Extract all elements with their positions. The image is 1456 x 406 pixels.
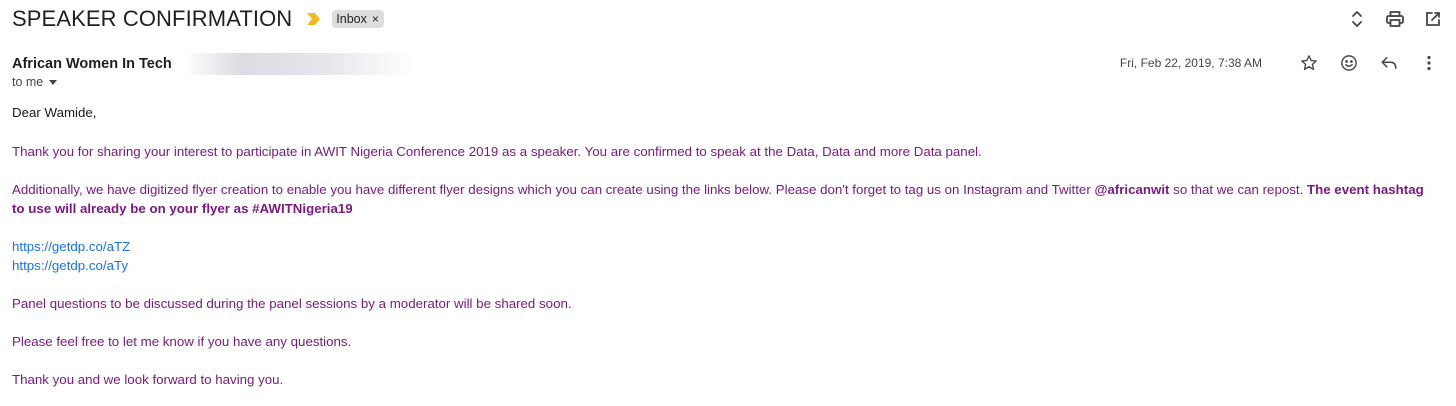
recipient-text: to me [12,75,44,89]
sender-email-redacted [183,53,414,75]
subject-row: SPEAKER CONFIRMATION Inbox × [12,4,384,34]
inbox-label-chip: Inbox × [332,10,384,28]
reply-icon[interactable] [1378,52,1400,74]
flyer-link[interactable]: https://getdp.co/aTy [12,256,1432,275]
label-chip-text: Inbox [336,12,367,26]
email-subject: SPEAKER CONFIRMATION [12,6,293,31]
print-icon[interactable] [1384,8,1406,30]
remove-label-button[interactable]: × [372,12,379,26]
flyer-text-b: so that we can repost. [1169,182,1307,197]
body-paragraph-panel: Panel questions to be discussed during t… [12,296,572,311]
body-paragraph-flyer: Additionally, we have digitized flyer cr… [12,180,1432,218]
star-icon[interactable] [1298,52,1320,74]
show-details-dropdown-icon[interactable] [49,79,58,85]
importance-marker-icon[interactable] [306,12,322,26]
flyer-links: https://getdp.co/aTZ https://getdp.co/aT… [12,237,1432,275]
body-paragraph-confirmation: Thank you for sharing your interest to p… [12,144,982,159]
emoji-reaction-icon[interactable] [1338,52,1360,74]
more-options-icon[interactable] [1418,52,1440,74]
body-paragraph-questions: Please feel free to let me know if you h… [12,334,352,349]
flyer-link[interactable]: https://getdp.co/aTZ [12,237,1432,256]
flyer-text-a: Additionally, we have digitized flyer cr… [12,182,1095,197]
message-date: Fri, Feb 22, 2019, 7:38 AM [1119,56,1262,70]
open-in-new-window-icon[interactable] [1422,8,1444,30]
recipient-row: to me [12,75,58,89]
message-actions: Fri, Feb 22, 2019, 7:38 AM [1120,52,1440,74]
sender-name[interactable]: African Women In Tech [12,56,172,72]
body-paragraph-closing: Thank you and we look forward to having … [12,372,284,387]
greeting: Dear Wamide, [12,105,97,120]
expand-collapse-icon[interactable] [1346,8,1368,30]
message-body: Dear Wamide, Thank you for sharing your … [12,103,1432,406]
sender-row: African Women In Tech [12,53,414,75]
twitter-handle: @africanwit [1094,182,1170,197]
thread-actions [1346,8,1444,30]
